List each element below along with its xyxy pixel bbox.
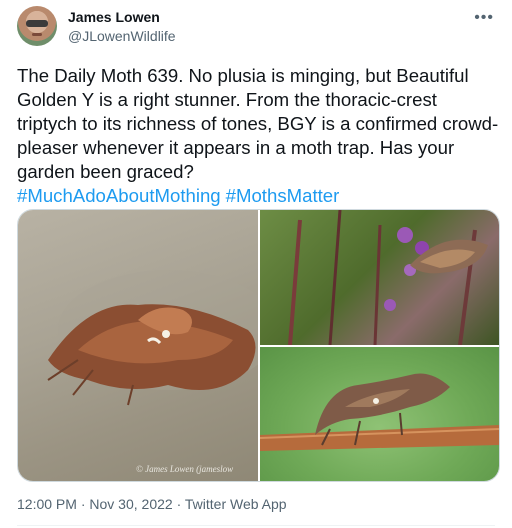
divider [17,525,495,526]
tweet-date[interactable]: Nov 30, 2022 [89,496,172,512]
avatar-glasses [26,20,48,27]
photo-moth-on-twig[interactable] [260,347,499,481]
tweet-time[interactable]: 12:00 PM [17,496,77,512]
tweet-text: The Daily Moth 639. No plusia is minging… [17,64,502,208]
photo-moth-on-heather[interactable] [260,210,499,345]
twig-illustration [260,373,499,451]
tweet-source[interactable]: Twitter Web App [185,496,287,512]
photo-moth-on-stone[interactable]: © James Lowen (jameslow [18,210,258,481]
author-handle[interactable]: @JLowenWildlife [68,28,176,44]
tweet: James Lowen @JLowenWildlife ••• The Dail… [0,0,512,528]
avatar[interactable] [17,6,57,46]
more-options-icon[interactable]: ••• [474,9,494,27]
meta-separator: · [172,496,185,512]
hashtag-link[interactable]: #MothsMatter [226,185,340,206]
meta-separator: · [76,496,90,512]
media-grid: © James Lowen (jameslow [17,209,500,482]
author-name[interactable]: James Lowen [68,9,160,25]
tweet-meta: 12:00 PM · Nov 30, 2022 · Twitter Web Ap… [17,496,287,512]
heather-illustration [288,210,488,345]
hashtag-link[interactable]: #MuchAdoAboutMothing [17,185,221,206]
avatar-mouth [32,33,42,36]
moth-illustration [47,270,258,406]
photo-credit: © James Lowen (jameslow [136,464,234,474]
hashtags: #MuchAdoAboutMothing #MothsMatter [17,184,502,208]
tweet-body: The Daily Moth 639. No plusia is minging… [17,65,499,182]
